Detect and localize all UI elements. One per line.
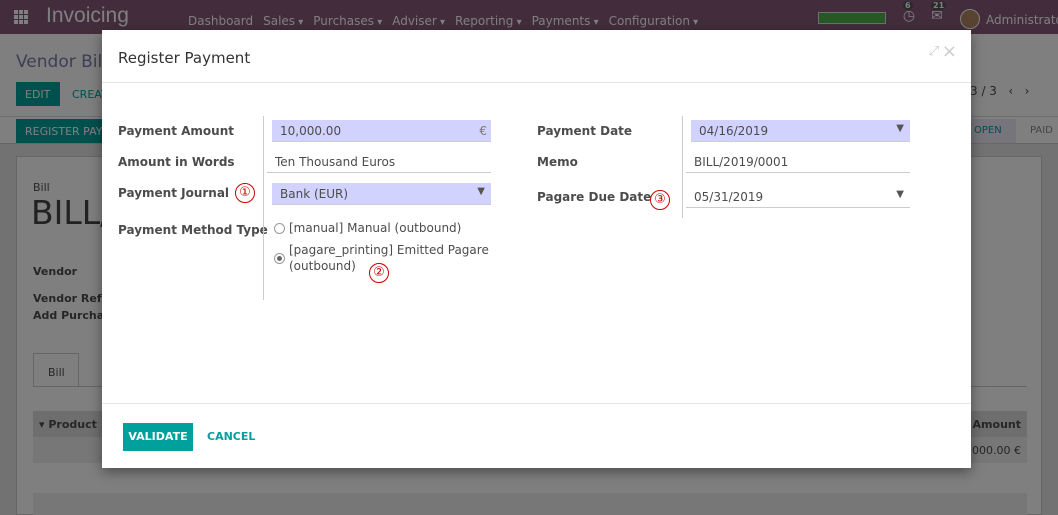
radio-pagare[interactable]	[274, 253, 285, 264]
radio-pagare-label[interactable]: [pagare_printing] Emitted Pagare (outbou…	[289, 242, 489, 274]
right-column-divider	[682, 116, 683, 218]
payment-journal-label: Payment Journal	[118, 186, 230, 200]
memo-label: Memo	[537, 155, 578, 169]
currency-symbol: €	[479, 124, 487, 138]
payment-amount-field[interactable]: 10,000.00 €	[272, 120, 491, 142]
payment-method-type-label: Payment Method Type	[118, 223, 268, 237]
validate-button[interactable]: VALIDATE	[123, 423, 193, 451]
annotation-marker-1: ①	[235, 183, 255, 203]
payment-amount-value: 10,000.00	[280, 124, 342, 138]
chevron-down-icon: ▼	[477, 186, 485, 197]
annotation-marker-2: ②	[369, 263, 389, 283]
dialog-footer: VALIDATE CANCEL	[102, 403, 971, 468]
amount-in-words-value: Ten Thousand Euros	[275, 155, 396, 169]
payment-date-field[interactable]: 04/16/2019 ▼	[691, 120, 910, 142]
pagare-due-date-field[interactable]: 05/31/2019 ▼	[686, 186, 910, 208]
amount-in-words-label: Amount in Words	[118, 155, 235, 169]
close-icon[interactable]: ×	[942, 41, 957, 62]
radio-manual[interactable]	[274, 223, 285, 234]
payment-date-label: Payment Date	[537, 124, 633, 138]
payment-date-value: 04/16/2019	[699, 124, 769, 138]
pagare-due-date-label: Pagare Due Date	[537, 190, 652, 204]
payment-amount-label: Payment Amount	[118, 124, 234, 138]
payment-journal-value: Bank (EUR)	[280, 187, 349, 201]
radio-manual-label[interactable]: [manual] Manual (outbound)	[289, 220, 489, 236]
dialog-title: Register Payment	[118, 49, 251, 67]
memo-field[interactable]: BILL/2019/0001	[686, 151, 910, 173]
register-payment-dialog: Register Payment ⤢ × Payment Amount 10,0…	[102, 30, 971, 468]
amount-in-words-field[interactable]: Ten Thousand Euros	[267, 151, 491, 173]
annotation-marker-3: ③	[650, 190, 670, 210]
cancel-button[interactable]: CANCEL	[207, 430, 255, 443]
payment-journal-select[interactable]: Bank (EUR) ▼	[272, 183, 491, 205]
pagare-due-date-value: 05/31/2019	[694, 190, 764, 204]
calendar-dropdown-icon: ▼	[896, 189, 904, 200]
expand-icon[interactable]: ⤢	[929, 44, 939, 59]
dialog-header: Register Payment ⤢ ×	[102, 30, 971, 83]
memo-value: BILL/2019/0001	[694, 155, 789, 169]
calendar-dropdown-icon: ▼	[896, 123, 904, 134]
left-column-divider	[263, 116, 264, 300]
